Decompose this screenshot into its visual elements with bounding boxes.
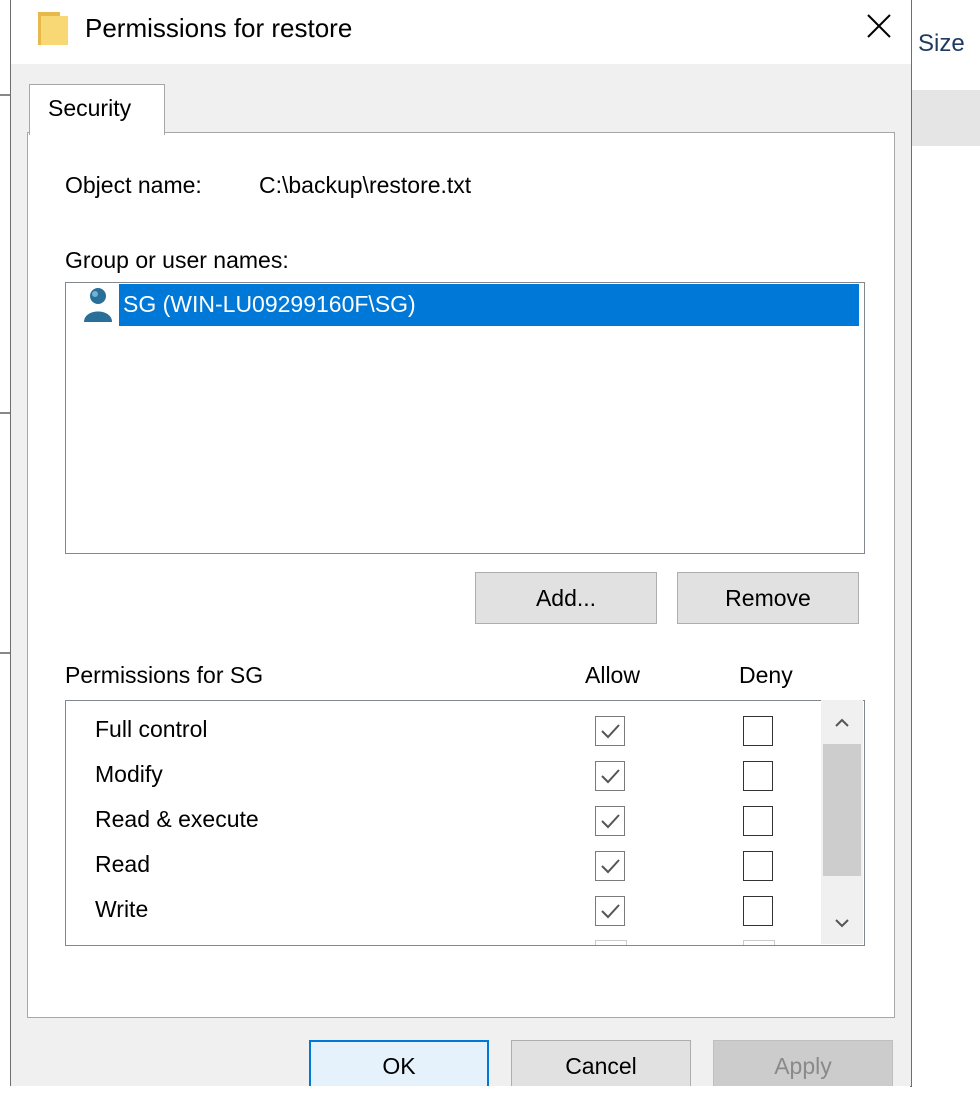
permission-name: Modify — [95, 761, 163, 787]
permission-name: Read & execute — [95, 806, 259, 832]
folder-icon — [37, 8, 69, 46]
apply-button-label: Apply — [774, 1053, 832, 1079]
cancel-button-label: Cancel — [565, 1053, 637, 1079]
deny-checkbox[interactable] — [743, 896, 773, 926]
deny-checkbox-partial — [743, 940, 775, 945]
ok-button[interactable]: OK — [309, 1040, 489, 1090]
background-bottom-strip — [10, 1086, 910, 1120]
allow-checkbox[interactable] — [595, 851, 625, 881]
add-button[interactable]: Add... — [475, 572, 657, 624]
ok-button-label: OK — [382, 1053, 416, 1079]
deny-checkbox[interactable] — [743, 761, 773, 791]
allow-checkbox[interactable] — [595, 761, 625, 791]
remove-button[interactable]: Remove — [677, 572, 859, 624]
dialog-title: Permissions for restore — [85, 13, 353, 43]
allow-checkbox[interactable] — [595, 806, 625, 836]
permission-name: Write — [95, 896, 149, 922]
permissions-label: Permissions for SG — [65, 662, 264, 688]
object-name-label: Object name: — [65, 172, 202, 198]
tab-security-label: Security — [48, 95, 132, 121]
background-divider — [0, 412, 10, 414]
deny-column-header: Deny — [739, 662, 793, 688]
allow-column-header: Allow — [585, 662, 640, 688]
add-button-label: Add... — [535, 585, 597, 611]
permissions-dialog: Permissions for restore Security Object … — [10, 0, 912, 1090]
allow-checkbox[interactable] — [595, 716, 625, 746]
cancel-button[interactable]: Cancel — [511, 1040, 691, 1090]
deny-checkbox[interactable] — [743, 806, 773, 836]
scroll-down-icon[interactable] — [829, 910, 855, 936]
apply-button[interactable]: Apply — [713, 1040, 893, 1090]
object-name-value: C:\backup\restore.txt — [259, 172, 472, 198]
background-divider — [0, 94, 10, 96]
remove-button-label: Remove — [725, 585, 811, 611]
tab-security[interactable]: Security — [29, 84, 165, 135]
user-icon — [81, 286, 117, 324]
group-user-label: Group or user names: — [65, 247, 289, 273]
background-column-label-size[interactable]: Size — [918, 30, 965, 58]
background-divider — [0, 652, 10, 654]
close-icon — [867, 14, 891, 38]
deny-checkbox[interactable] — [743, 716, 773, 746]
allow-checkbox[interactable] — [595, 896, 625, 926]
permission-name: Read — [95, 851, 150, 877]
list-item-user-label: SG (WIN-LU09299160F\SG) — [123, 291, 416, 317]
permission-name: Full control — [95, 716, 208, 742]
scroll-thumb[interactable] — [823, 744, 861, 876]
title-bar[interactable]: Permissions for restore — [11, 0, 911, 64]
background-row-highlight — [910, 90, 980, 146]
scroll-up-icon[interactable] — [829, 710, 855, 736]
deny-checkbox[interactable] — [743, 851, 773, 881]
list-item-user[interactable]: SG (WIN-LU09299160F\SG) — [119, 284, 859, 326]
close-button[interactable] — [857, 4, 901, 48]
allow-checkbox-partial — [595, 940, 627, 945]
